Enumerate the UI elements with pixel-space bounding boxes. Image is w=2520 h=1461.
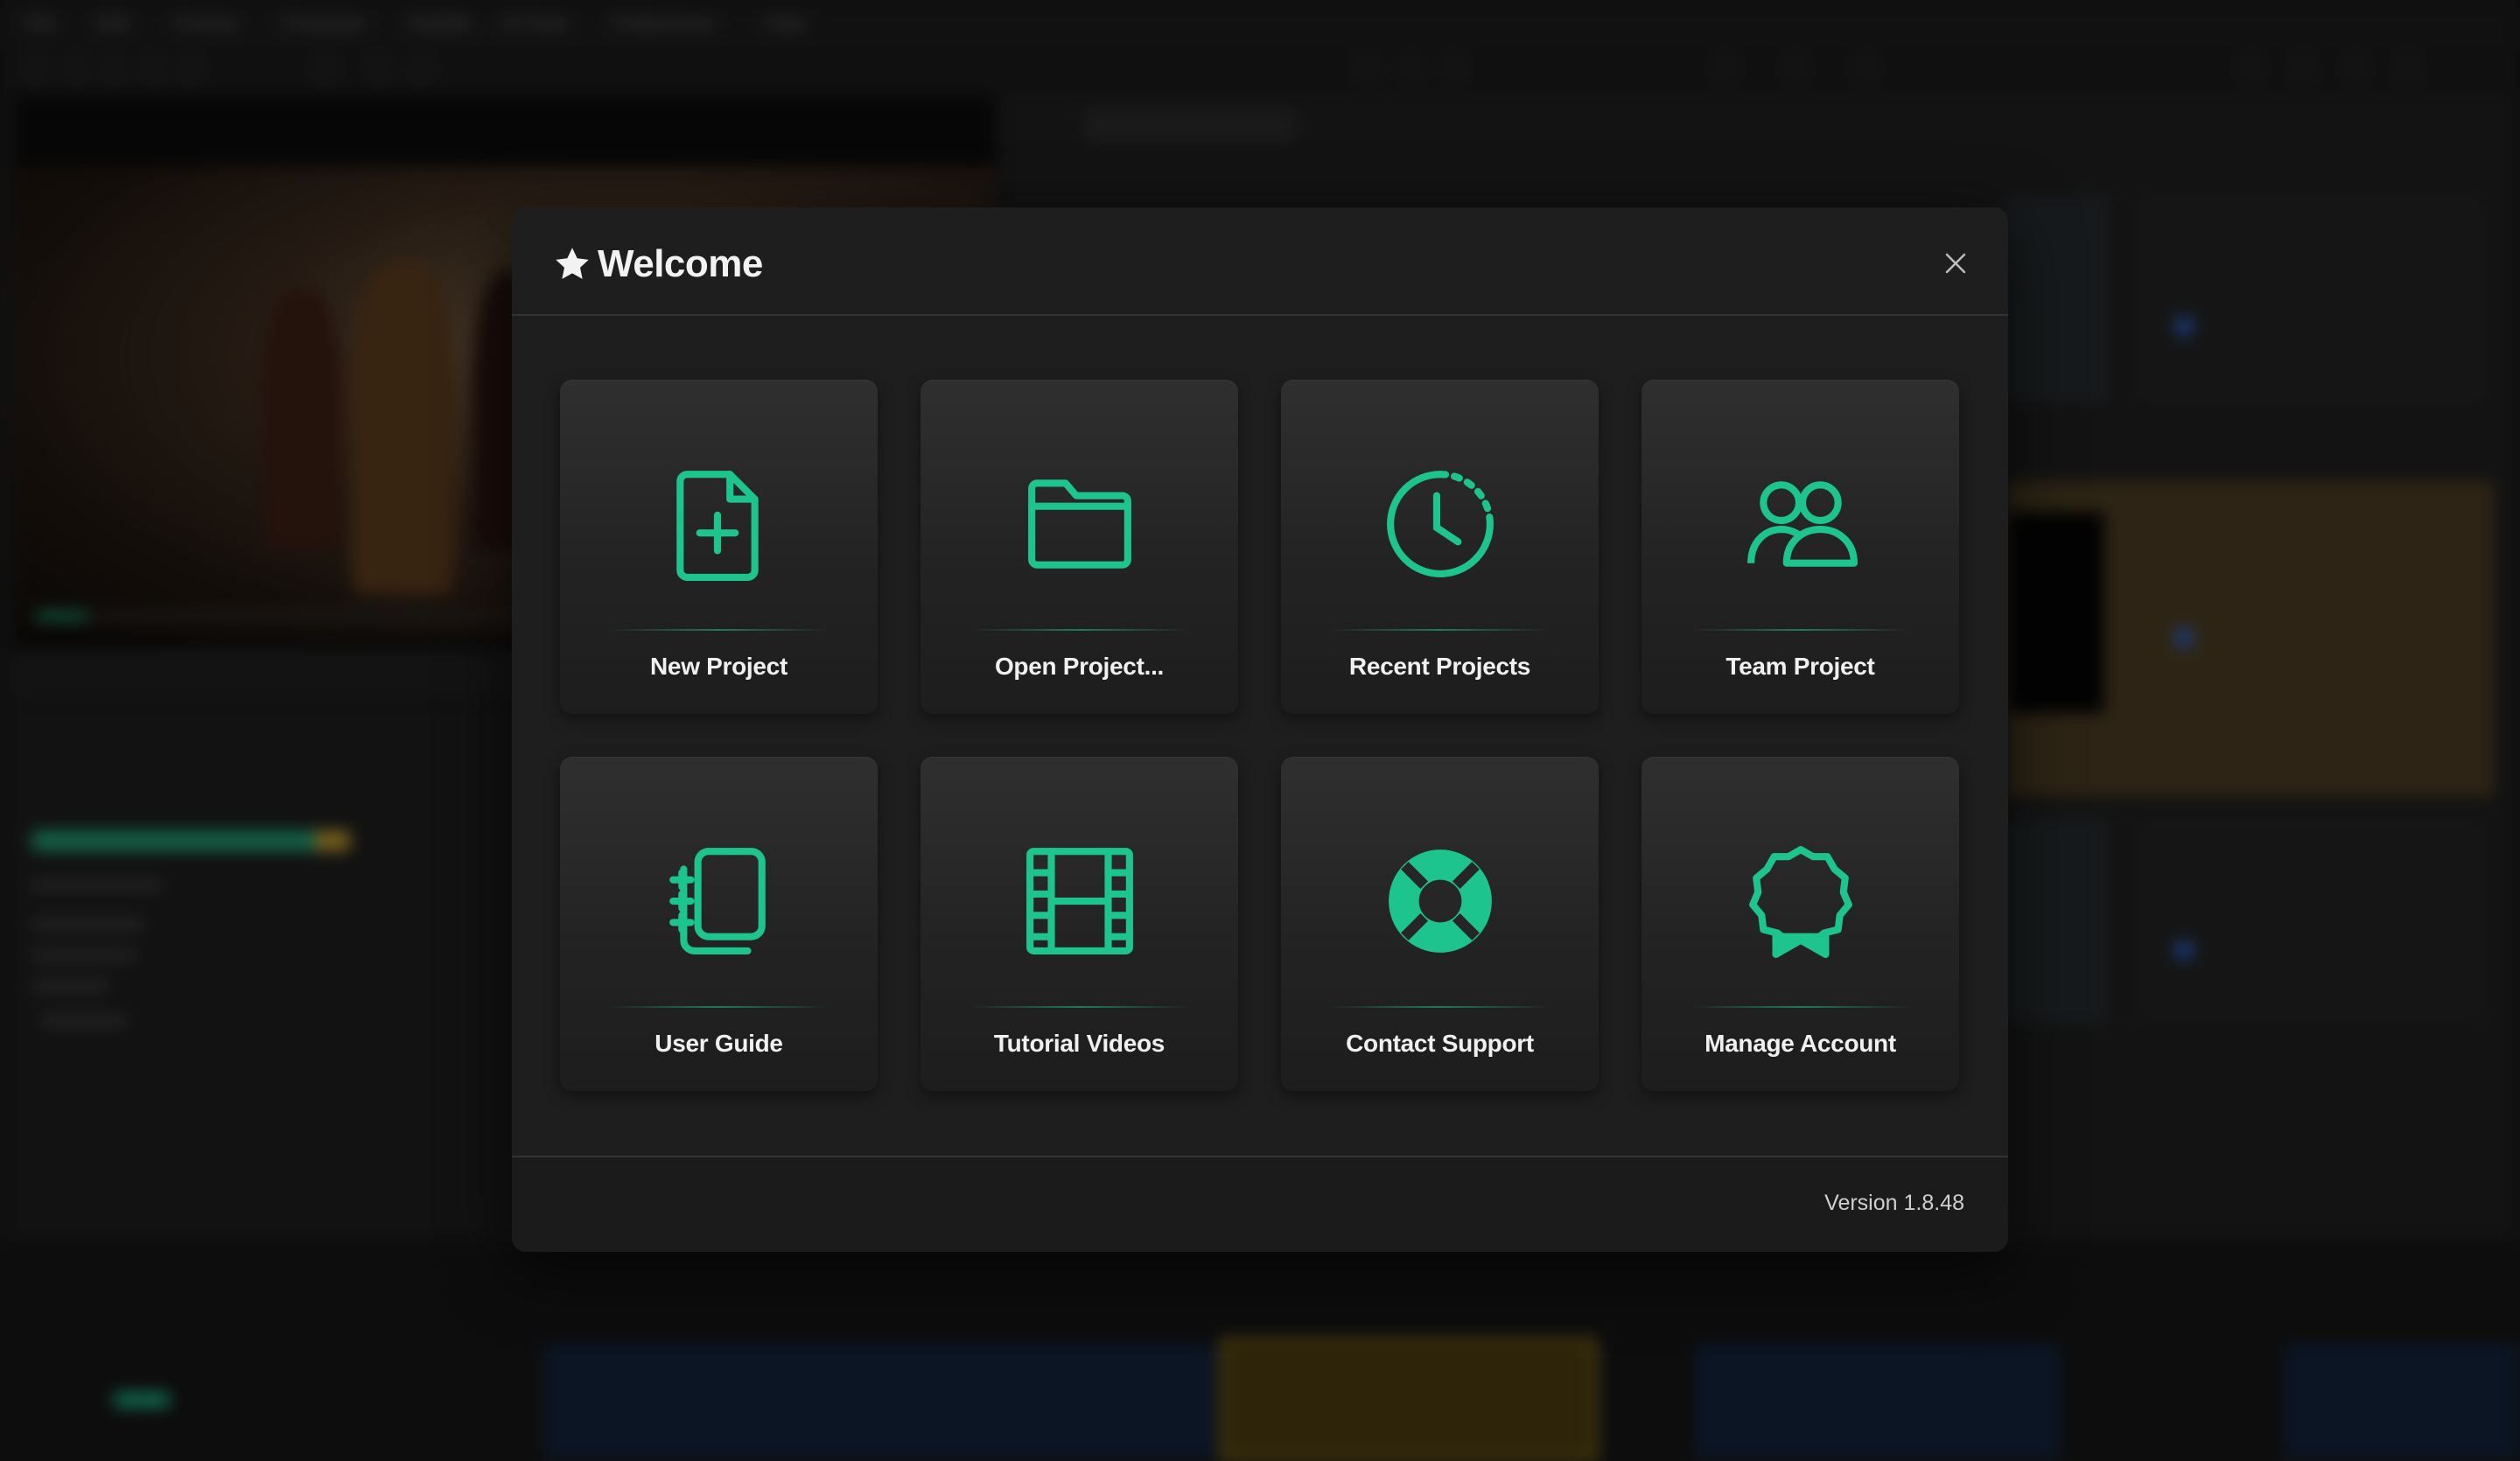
clock-history-icon xyxy=(1386,471,1494,577)
card-divider xyxy=(970,1006,1189,1008)
dialog-title-group: Welcome xyxy=(552,242,763,286)
card-label: New Project xyxy=(650,653,788,680)
recent-projects-button[interactable]: Recent Projects xyxy=(1281,380,1599,714)
close-button[interactable] xyxy=(1938,246,1973,281)
card-label: Tutorial Videos xyxy=(993,1030,1166,1057)
folder-icon xyxy=(1027,479,1131,569)
action-grid: New Project Open Project... Recent Proje… xyxy=(560,380,1960,1091)
dialog-header: Welcome xyxy=(512,207,2008,316)
team-project-button[interactable]: Team Project xyxy=(1642,380,1959,714)
open-project-button[interactable]: Open Project... xyxy=(920,380,1238,714)
film-icon xyxy=(1026,848,1133,954)
card-label: Recent Projects xyxy=(1348,653,1531,680)
card-divider xyxy=(1330,1006,1550,1008)
close-icon xyxy=(1945,253,1966,274)
card-label: Team Project xyxy=(1726,653,1875,680)
card-divider xyxy=(1690,629,1910,631)
contact-support-button[interactable]: Contact Support xyxy=(1281,757,1599,1091)
card-label: Contact Support xyxy=(1346,1030,1534,1057)
card-label: User Guide xyxy=(654,1030,783,1057)
card-divider xyxy=(1330,629,1550,631)
manage-account-button[interactable]: Manage Account xyxy=(1642,757,1959,1091)
tutorial-videos-button[interactable]: Tutorial Videos xyxy=(920,757,1238,1091)
user-guide-button[interactable]: User Guide xyxy=(560,757,878,1091)
card-divider xyxy=(609,629,829,631)
card-label: Open Project... xyxy=(994,653,1165,680)
star-icon xyxy=(556,248,589,279)
card-divider xyxy=(1690,1006,1910,1008)
dialog-title: Welcome xyxy=(598,242,763,285)
card-label: Manage Account xyxy=(1704,1030,1896,1057)
card-divider xyxy=(609,1006,829,1008)
people-icon xyxy=(1746,481,1858,567)
file-plus-icon xyxy=(676,471,759,581)
new-project-button[interactable]: New Project xyxy=(560,380,878,714)
lifebuoy-icon xyxy=(1388,849,1492,953)
dialog-footer: Version 1.8.48 xyxy=(512,1156,2008,1252)
card-divider xyxy=(970,629,1189,631)
version-label: Version 1.8.48 xyxy=(1824,1191,1964,1215)
welcome-dialog: Welcome New Project Open Project... Rece… xyxy=(512,207,2008,1252)
award-badge-icon xyxy=(1748,846,1852,958)
document-stack-icon xyxy=(668,848,766,954)
